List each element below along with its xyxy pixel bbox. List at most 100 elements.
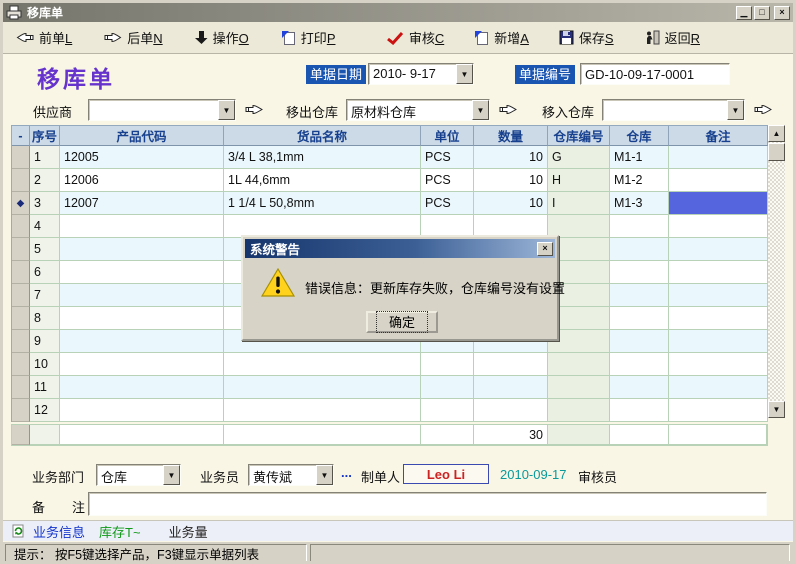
toolbar: 前单L 后单N 操作O 打印P 审核C	[3, 22, 793, 54]
remark-input[interactable]	[88, 492, 767, 516]
out-warehouse-label: 移出仓库	[286, 102, 338, 121]
chevron-down-icon[interactable]: ▼	[727, 100, 744, 120]
remark-label2: 注	[72, 497, 85, 516]
dept-combobox[interactable]: 仓库 ▼	[96, 464, 181, 486]
print-doc-icon	[281, 30, 296, 46]
maker-label: 制单人	[361, 467, 400, 486]
remark-row: 备 注	[3, 491, 793, 517]
window-titlebar[interactable]: 移库单 ▁ □ ×	[3, 3, 793, 22]
exit-return-icon	[644, 30, 660, 45]
doc-date-combobox[interactable]: 2010- 9-17 ▼	[368, 63, 474, 85]
in-warehouse-lookup-finger-icon[interactable]	[754, 103, 773, 116]
tab-stock[interactable]: 库存T~	[99, 522, 141, 541]
refresh-doc-icon[interactable]	[11, 524, 25, 538]
more-button[interactable]: ...	[341, 465, 352, 480]
header-no[interactable]: 序号	[30, 126, 60, 146]
table-row[interactable]: 1 12005 3/4 L 38,1mm PCS 10 G M1-1	[12, 146, 768, 169]
header-gutter[interactable]: -	[12, 126, 30, 146]
header-code[interactable]: 产品代码	[60, 126, 224, 146]
selected-cell[interactable]	[669, 192, 768, 215]
supplier-label: 供应商	[33, 102, 72, 121]
header-wh[interactable]: 仓库	[610, 126, 669, 146]
header-remark[interactable]: 备注	[669, 126, 768, 146]
warning-triangle-icon	[260, 267, 296, 304]
scrollbar-thumb[interactable]	[768, 143, 785, 161]
table-row-empty[interactable]: 11	[12, 376, 768, 399]
table-row[interactable]: 2 12006 1L 44,6mm PCS 10 H M1-2	[12, 169, 768, 192]
new-button[interactable]: 新增A	[471, 26, 532, 49]
new-doc-icon	[474, 30, 489, 46]
in-warehouse-combobox[interactable]: ▼	[602, 99, 745, 121]
table-row-empty[interactable]: 10	[12, 353, 768, 376]
return-button[interactable]: 返回R	[641, 26, 703, 49]
ok-button[interactable]: 确定	[366, 311, 438, 333]
in-warehouse-label: 移入仓库	[542, 102, 594, 121]
dialog-close-icon[interactable]: ×	[537, 242, 553, 256]
out-warehouse-combobox[interactable]: 原材料仓库 ▼	[346, 99, 490, 121]
doc-date-value: 2010- 9-17	[369, 64, 456, 84]
scroll-down-icon[interactable]: ▼	[768, 401, 785, 418]
totals-row: 30	[11, 424, 768, 446]
row-selector[interactable]	[12, 169, 30, 192]
chevron-down-icon[interactable]: ▼	[316, 465, 333, 485]
status-panel-right	[310, 544, 790, 562]
chevron-down-icon[interactable]: ▼	[472, 100, 489, 120]
maker-value-box: Leo Li	[403, 464, 489, 484]
chevron-down-icon[interactable]: ▼	[456, 64, 473, 84]
out-warehouse-lookup-finger-icon[interactable]	[499, 103, 518, 116]
minimize-button[interactable]: ▁	[736, 6, 752, 20]
dialog-titlebar[interactable]: 系统警告 ×	[245, 239, 555, 258]
vertical-scrollbar[interactable]: ▲ ▼	[768, 125, 785, 418]
current-row-diamond-icon[interactable]: ◆	[12, 192, 30, 215]
maker-date: 2010-09-17	[500, 467, 567, 482]
status-hint: 提示： 按F5键选择产品，F3键显示单据列表	[5, 544, 307, 562]
table-row-current[interactable]: ◆ 3 12007 1 1/4 L 50,8mm PCS 10 I M1-3	[12, 192, 768, 215]
doc-no-label: 单据编号	[515, 65, 575, 84]
prev-doc-button[interactable]: 前单L	[13, 26, 75, 49]
doc-no-input[interactable]: GD-10-09-17-0001	[580, 63, 730, 85]
bottom-tabs: 业务信息 库存T~ 业务量	[3, 520, 793, 541]
maximize-button[interactable]: □	[754, 6, 770, 20]
chevron-down-icon[interactable]: ▼	[218, 100, 235, 120]
save-button[interactable]: 保存S	[556, 26, 617, 49]
page-title: 移库单	[37, 60, 115, 94]
header-name[interactable]: 货品名称	[224, 126, 421, 146]
prev-hand-icon	[16, 31, 34, 44]
printer-window-icon	[6, 5, 23, 20]
table-header-row: - 序号 产品代码 货品名称 单位 数量 仓库编号 仓库 备注	[12, 126, 768, 146]
toolbar-right-group: 审核C 新增A 保存S 返回R	[383, 26, 727, 49]
tab-business-info[interactable]: 业务信息	[33, 522, 85, 541]
app-window: 移库单 ▁ □ × 前单L 后单N 操作O 打印P	[0, 0, 796, 564]
header-qty[interactable]: 数量	[474, 126, 548, 146]
supplier-lookup-finger-icon[interactable]	[245, 103, 264, 116]
audit-button[interactable]: 审核C	[383, 26, 447, 49]
close-button[interactable]: ×	[774, 6, 790, 20]
header-wh-code[interactable]: 仓库编号	[548, 126, 610, 146]
print-button[interactable]: 打印P	[278, 26, 339, 49]
action-button[interactable]: 操作O	[192, 26, 252, 49]
down-arrow-icon	[195, 30, 208, 45]
chevron-down-icon[interactable]: ▼	[163, 465, 180, 485]
remark-label: 备	[32, 497, 45, 516]
footer-fields: 业务部门 仓库 ▼ 业务员 黄传斌 ▼ ... 制单人 Leo Li 2010-…	[3, 463, 793, 487]
supplier-combobox[interactable]: ▼	[88, 99, 236, 121]
dept-label: 业务部门	[32, 467, 84, 486]
clerk-combobox[interactable]: 黄传斌 ▼	[248, 464, 334, 486]
status-bar: 提示： 按F5键选择产品，F3键显示单据列表	[3, 542, 793, 564]
window-title: 移库单	[27, 4, 734, 21]
dialog-title: 系统警告	[250, 239, 300, 258]
clerk-label: 业务员	[200, 467, 239, 486]
scroll-up-icon[interactable]: ▲	[768, 125, 785, 142]
total-qty: 30	[474, 425, 548, 445]
warning-dialog: 系统警告 × 错误信息：更新库存失败，仓库编号没有设置 确定	[241, 235, 559, 341]
red-check-icon	[386, 31, 404, 45]
tab-business-volume[interactable]: 业务量	[169, 522, 208, 541]
header-unit[interactable]: 单位	[421, 126, 474, 146]
dialog-message: 错误信息：更新库存失败，仓库编号没有设置	[305, 278, 565, 297]
floppy-save-icon	[559, 30, 574, 45]
auditor-label: 审核员	[578, 467, 617, 486]
table-row-empty[interactable]: 12	[12, 399, 768, 422]
next-hand-icon	[104, 31, 122, 44]
row-selector[interactable]	[12, 146, 30, 169]
next-doc-button[interactable]: 后单N	[101, 26, 165, 49]
